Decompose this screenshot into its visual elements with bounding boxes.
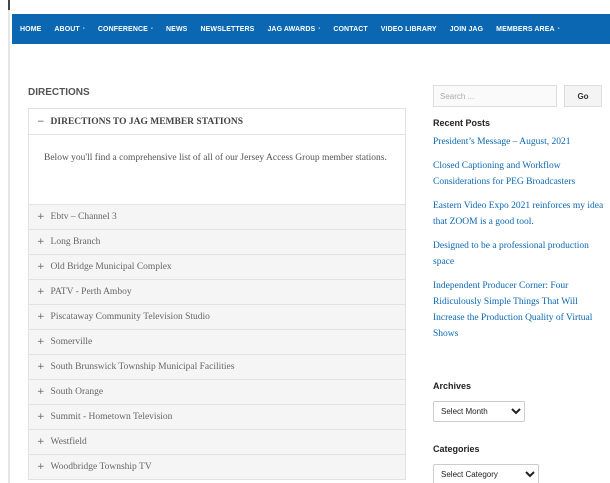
accordion-open-body: Below you'll find a comprehensive list o… xyxy=(29,135,405,205)
nav-item-jag-awards[interactable]: JAG AWARDS - xyxy=(267,26,320,33)
expand-icon: + xyxy=(37,287,45,297)
dropdown-caret-icon: - xyxy=(82,26,85,32)
nav-item-label: HOME xyxy=(20,25,42,33)
accordion-item[interactable]: + Ebtv – Channel 3 xyxy=(29,205,405,230)
recent-post-link[interactable]: President’s Message – August, 2021 xyxy=(433,134,605,150)
main-navbar: HOME ABOUT - CONFERENCE - NEWS NEWSLETTERS JAG … xyxy=(12,14,610,44)
categories-select[interactable]: Select Category xyxy=(433,464,539,483)
expand-icon: + xyxy=(37,262,45,272)
nav-item-label: CONFERENCE xyxy=(97,25,148,33)
nav-item-contact[interactable]: CONTACT xyxy=(333,26,367,33)
categories-title: Categories xyxy=(433,444,480,454)
accordion-item-label: Long Branch xyxy=(50,237,101,247)
accordion-item[interactable]: + Old Bridge Municipal Complex xyxy=(29,255,405,280)
accordion-item[interactable]: + Summit - Hometown Television xyxy=(29,405,405,430)
archives-select[interactable]: Select Month xyxy=(433,401,525,422)
accordion-item-label: Old Bridge Municipal Complex xyxy=(50,262,172,272)
expand-icon: + xyxy=(37,312,45,322)
collapse-icon: − xyxy=(37,116,45,127)
sidebar: Go Recent Posts President’s Message – Au… xyxy=(433,85,605,350)
accordion-item-label: PATV - Perth Amboy xyxy=(50,287,132,297)
nav-item-newsletters[interactable]: NEWSLETTERS xyxy=(200,26,254,33)
nav-item-about[interactable]: ABOUT - xyxy=(54,26,85,33)
expand-icon: + xyxy=(37,387,45,397)
accordion-item[interactable]: + PATV - Perth Amboy xyxy=(29,280,405,305)
accordion-item-label: Ebtv – Channel 3 xyxy=(50,212,117,222)
accordion-item-label: South Brunswick Township Municipal Facil… xyxy=(50,362,235,372)
nav-item-label: JOIN JAG xyxy=(449,25,484,33)
nav-item-label: JAG AWARDS xyxy=(267,25,316,33)
nav-item-video-library[interactable]: VIDEO LIBRARY xyxy=(381,26,437,33)
accordion-item[interactable]: + Long Branch xyxy=(29,230,405,255)
search-input[interactable] xyxy=(433,85,557,107)
accordion-open-title: DIRECTIONS TO JAG MEMBER STATIONS xyxy=(50,116,244,127)
recent-post-link[interactable]: Designed to be a professional production… xyxy=(433,238,605,270)
accordion-item[interactable]: + Woodbridge Township TV xyxy=(29,455,405,480)
recent-post-link[interactable]: Independent Producer Corner: Four Ridicu… xyxy=(433,278,605,342)
nav-item-join-jag[interactable]: JOIN JAG xyxy=(450,26,483,33)
expand-icon: + xyxy=(37,337,45,347)
accordion-item[interactable]: + South Brunswick Township Municipal Faci… xyxy=(29,355,405,380)
nav-item-label: CONTACT xyxy=(333,25,368,33)
nav-item-label: ABOUT xyxy=(54,25,80,33)
expand-icon: + xyxy=(37,237,45,247)
page-left-border xyxy=(8,0,10,483)
accordion-item[interactable]: + Somerville xyxy=(29,330,405,355)
accordion-item-label: Woodbridge Township TV xyxy=(50,462,152,472)
nav-item-conference[interactable]: CONFERENCE - xyxy=(98,26,153,33)
recent-post-link[interactable]: Eastern Video Expo 2021 reinforces my id… xyxy=(433,198,605,230)
accordion-open-header[interactable]: − DIRECTIONS TO JAG MEMBER STATIONS xyxy=(29,109,405,135)
expand-icon: + xyxy=(37,362,45,372)
dropdown-caret-icon: - xyxy=(318,26,321,32)
recent-posts-title: Recent Posts xyxy=(433,118,491,128)
recent-post-link[interactable]: Closed Captioning and Workflow Considera… xyxy=(433,158,605,190)
accordion-item[interactable]: + Westfield xyxy=(29,430,405,455)
accordion-item-label: Somerville xyxy=(50,337,93,347)
dropdown-caret-icon: - xyxy=(557,26,560,32)
search-go-button[interactable]: Go xyxy=(564,85,602,107)
nav-item-label: NEWSLETTERS xyxy=(200,25,255,33)
accordion-item-label: Westfield xyxy=(50,437,87,447)
archives-title: Archives xyxy=(433,381,472,391)
accordion-item[interactable]: + South Orange xyxy=(29,380,405,405)
nav-item-label: MEMBERS AREA xyxy=(496,25,555,33)
dropdown-caret-icon: - xyxy=(150,26,154,32)
accordion-item-label: South Orange xyxy=(50,387,104,397)
accordion-item-label: Piscataway Community Television Studio xyxy=(50,312,210,322)
top-edge-mark xyxy=(8,0,10,10)
search-form: Go xyxy=(433,85,605,107)
expand-icon: + xyxy=(37,462,45,472)
nav-item-news[interactable]: NEWS xyxy=(166,26,187,33)
expand-icon: + xyxy=(37,412,45,422)
accordion-item-label: Summit - Hometown Television xyxy=(50,412,173,422)
recent-posts-list: President’s Message – August, 2021 Closed… xyxy=(433,134,605,342)
expand-icon: + xyxy=(37,437,45,447)
nav-item-label: NEWS xyxy=(166,25,188,33)
directions-accordion: − DIRECTIONS TO JAG MEMBER STATIONS Belo… xyxy=(28,108,406,480)
nav-item-members-area[interactable]: MEMBERS AREA - xyxy=(496,26,560,33)
page-title: DIRECTIONS xyxy=(28,87,90,98)
accordion-item[interactable]: + Piscataway Community Television Studio xyxy=(29,305,405,330)
expand-icon: + xyxy=(37,212,45,222)
nav-item-label: VIDEO LIBRARY xyxy=(380,25,437,33)
nav-item-home[interactable]: HOME xyxy=(20,26,41,33)
